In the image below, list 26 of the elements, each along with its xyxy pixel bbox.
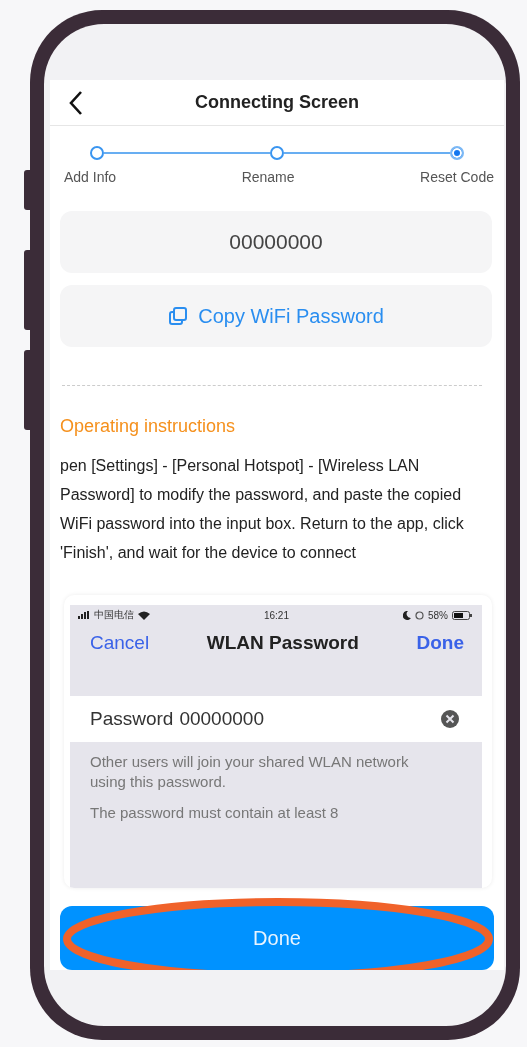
field-value: 00000000 [179, 708, 265, 730]
hint-text: The password must contain at least 8 [89, 803, 340, 823]
done-link[interactable]: Done [416, 632, 464, 654]
carrier-label: 中国电信 [94, 608, 134, 622]
moon-icon [402, 610, 411, 620]
screen-title: Connecting Screen [195, 92, 359, 113]
instructions-heading: Operating instructions [60, 416, 237, 437]
dialog-title: WLAN Password [206, 632, 359, 654]
battery-icon [452, 610, 472, 620]
back-icon[interactable] [68, 90, 84, 116]
step-label: Add Info [64, 169, 117, 185]
step-label: Rename [241, 169, 295, 185]
password-field[interactable]: Password 00000000 [70, 696, 482, 742]
field-label: Password [90, 708, 174, 730]
cancel-button[interactable]: Cancel [90, 632, 150, 654]
clear-icon[interactable] [440, 709, 460, 729]
copy-icon [168, 306, 189, 326]
instructions-text: pen [Settings] - [Personal Hotspot] - [Wireless LAN Password] to modify the password, and paste the copied WiFi password into the input box. Return to the app, click 'Finish', and wait for the device to connect [60, 456, 465, 563]
step-label: Reset Code [420, 169, 494, 185]
signal-icon [78, 611, 90, 619]
hint-text: Other users will join your shared WLAN network using this password. [89, 752, 410, 792]
copy-password-button[interactable]: Copy WiFi Password [60, 285, 492, 347]
status-time: 16:21 [263, 609, 289, 621]
battery-percent: 58% [427, 609, 448, 621]
code-display: 00000000 [60, 211, 492, 273]
wifi-icon [138, 610, 150, 620]
